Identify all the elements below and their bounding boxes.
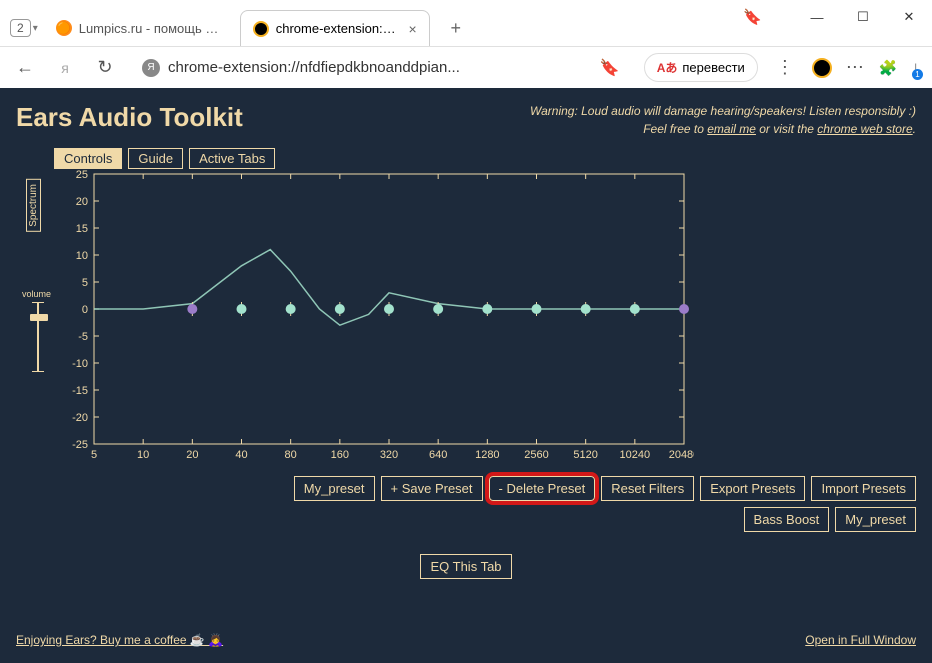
email-link[interactable]: email me [707,122,756,136]
eq-chart-svg[interactable]: 2520151050-5-10-15-20-255102040801603206… [54,169,694,464]
svg-text:20: 20 [76,196,88,208]
svg-text:25: 25 [76,169,88,181]
svg-text:-15: -15 [72,385,88,397]
tab-active-tabs[interactable]: Active Tabs [189,148,275,169]
tab-guide[interactable]: Guide [128,148,183,169]
chrome-store-link[interactable]: chrome web store [817,122,912,136]
svg-text:640: 640 [429,449,447,461]
minimize-button[interactable]: ― [794,0,840,34]
maximize-button[interactable]: ☐ [840,0,886,34]
svg-text:20480: 20480 [669,449,694,461]
full-window-link[interactable]: Open in Full Window [805,633,916,647]
svg-text:80: 80 [285,449,297,461]
app-content: Ears Audio Toolkit Warning: Loud audio w… [0,88,932,663]
svg-text:10240: 10240 [620,449,651,461]
svg-text:2560: 2560 [524,449,548,461]
svg-text:-5: -5 [78,331,88,343]
new-tab-button[interactable]: + [442,14,470,42]
forward-alt-button[interactable]: я [52,55,78,81]
app-title: Ears Audio Toolkit [16,102,243,133]
svg-text:-10: -10 [72,358,88,370]
favicon-icon [253,21,269,37]
export-presets-button[interactable]: Export Presets [700,476,805,501]
svg-text:160: 160 [331,449,349,461]
svg-text:10: 10 [76,250,88,262]
extensions-icon[interactable]: 🧩 [879,59,898,77]
my-preset2-button[interactable]: My_preset [835,507,916,532]
svg-text:320: 320 [380,449,398,461]
reset-filters-button[interactable]: Reset Filters [601,476,694,501]
delete-preset-button[interactable]: - Delete Preset [489,476,596,501]
import-presets-button[interactable]: Import Presets [811,476,916,501]
svg-text:10: 10 [137,449,149,461]
more-button[interactable]: ⋯ [846,57,865,78]
volume-slider-track [37,302,39,372]
svg-text:5120: 5120 [573,449,597,461]
lock-icon: Я [142,59,160,77]
volume-slider-thumb[interactable] [30,314,48,321]
back-button[interactable]: ← [12,55,38,81]
eq-chart: Spectrum volume 25 20 15 10 5 0 -5 -10 -15 -20 -25… [16,169,916,464]
favicon-icon: 🟠 [56,20,72,36]
warning-text: Warning: Loud audio will damage hearing/… [530,102,916,138]
svg-text:-20: -20 [72,412,88,424]
svg-text:5: 5 [91,449,97,461]
browser-tab-lumpics[interactable]: 🟠 Lumpics.ru - помощь с ком [44,10,234,46]
chevron-down-icon: ▾ [33,23,38,34]
save-preset-button[interactable]: + Save Preset [381,476,483,501]
url-field[interactable]: Я chrome-extension://nfdfiepdkbnoanddpia… [132,58,630,78]
translate-icon: Aあ [657,59,678,76]
svg-text:40: 40 [235,449,247,461]
bookmark-icon[interactable]: 🔖 [600,58,620,78]
close-icon[interactable]: × [409,21,417,37]
svg-text:20: 20 [186,449,198,461]
browser-tab-extension[interactable]: chrome-extension://nfd × [240,10,430,46]
spectrum-toggle[interactable]: Spectrum [26,179,41,232]
reader-icon[interactable]: 🔖 [743,8,762,26]
tab-controls[interactable]: Controls [54,148,122,169]
downloads-icon[interactable]: ↓1 [912,58,921,78]
ears-extension-icon[interactable] [812,58,832,78]
svg-text:0: 0 [82,304,88,316]
translate-button[interactable]: Aあ перевести [644,53,758,82]
svg-text:-25: -25 [72,439,88,451]
reload-button[interactable]: ↻ [92,55,118,81]
svg-text:1280: 1280 [475,449,499,461]
volume-label: volume [22,289,51,299]
extension-menu-button[interactable]: ⋮ [772,57,798,78]
svg-text:15: 15 [76,223,88,235]
coffee-link[interactable]: Enjoying Ears? Buy me a coffee ☕ 🙇‍♀️ [16,633,223,647]
tab-counter[interactable]: 2 ▾ [10,14,38,42]
my-preset-button[interactable]: My_preset [294,476,375,501]
eq-this-tab-button[interactable]: EQ This Tab [420,554,511,579]
url-bar: ← я ↻ Я chrome-extension://nfdfiepdkbnoa… [0,46,932,88]
close-button[interactable]: ✕ [886,0,932,34]
window-titlebar: 2 ▾ 🟠 Lumpics.ru - помощь с ком chrome-e… [0,0,932,46]
bass-boost-button[interactable]: Bass Boost [744,507,830,532]
svg-text:5: 5 [82,277,88,289]
